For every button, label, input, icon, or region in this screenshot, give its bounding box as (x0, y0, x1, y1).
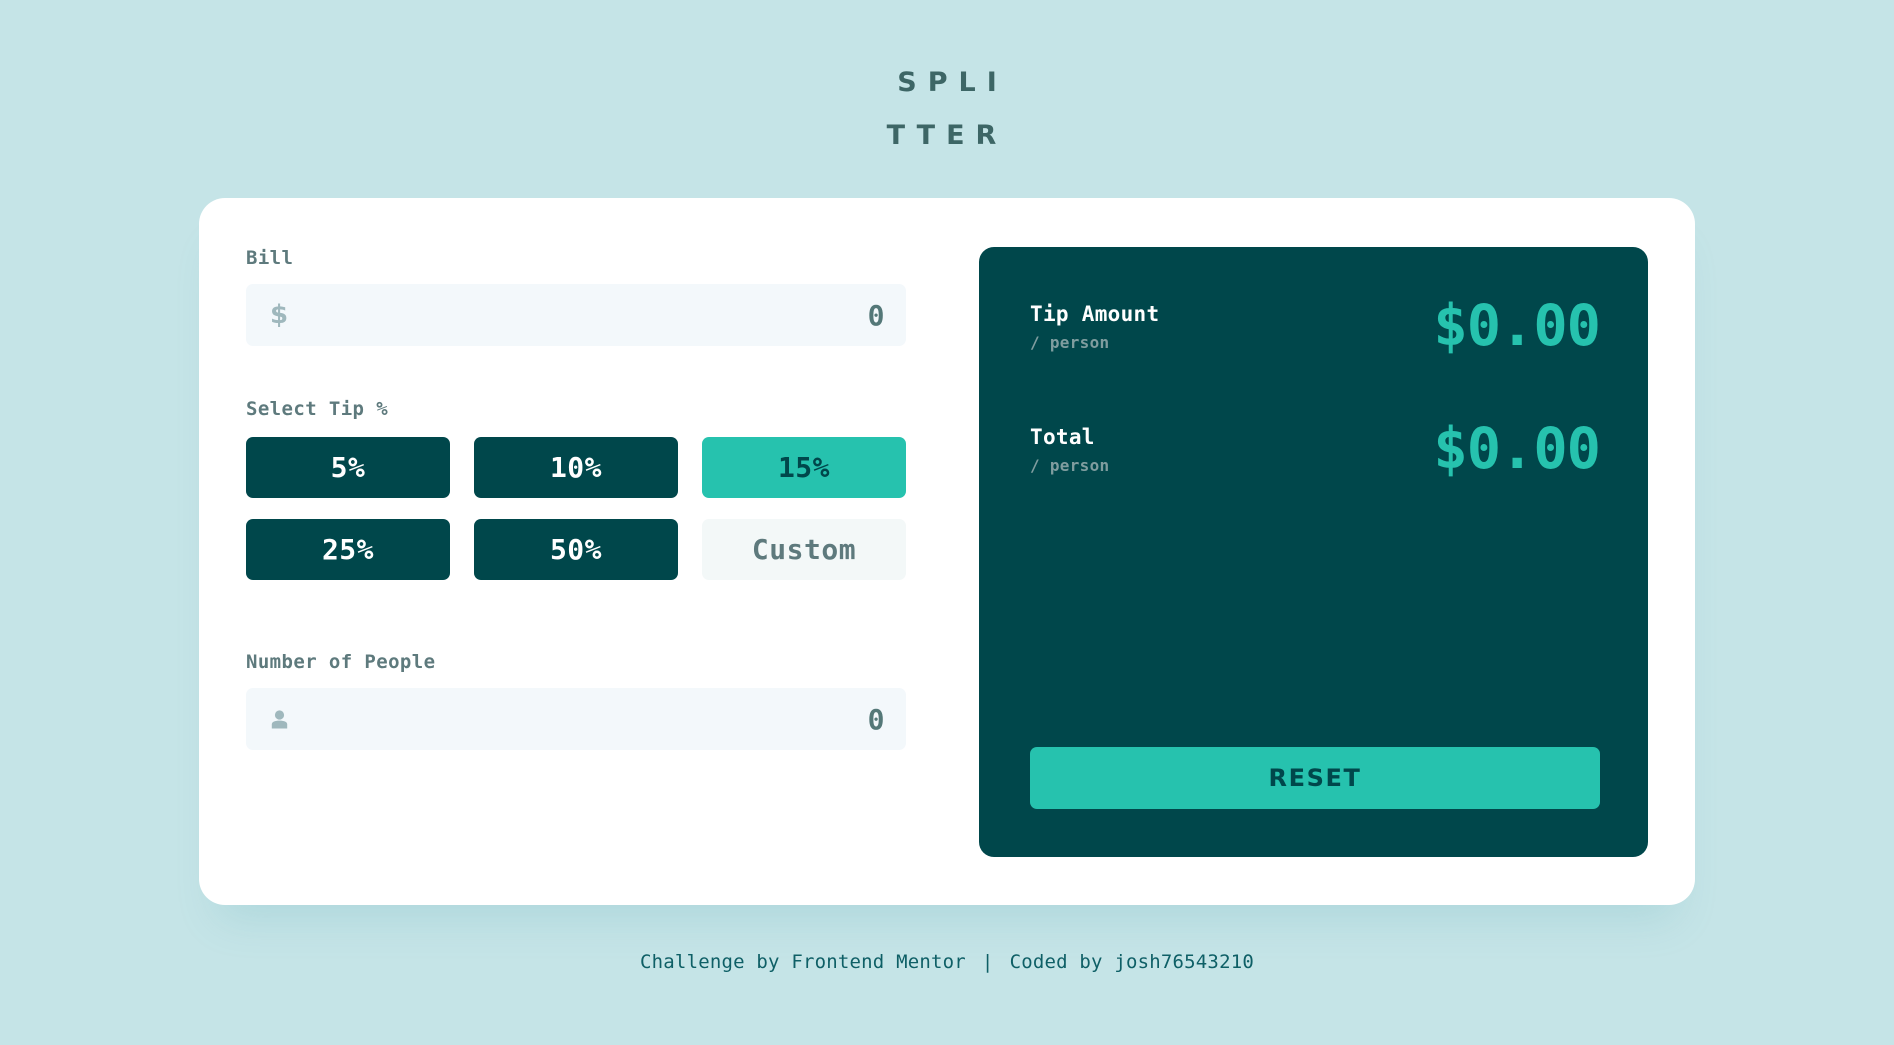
tip-amount-row: Tip Amount / person $0.00 (1030, 293, 1601, 359)
people-label: Number of People (246, 651, 436, 673)
dollar-glyph: $ (269, 300, 289, 330)
total-row: Total / person $0.00 (1030, 416, 1601, 482)
page-title-line-2: TTER (886, 120, 1008, 151)
calculator-card: Bill $ 0 Select Tip % 5% 10% 15% 25% 50%… (199, 198, 1695, 905)
input-column: Bill $ 0 Select Tip % 5% 10% 15% 25% 50%… (246, 247, 906, 857)
tip-button-5[interactable]: 5% (246, 437, 450, 498)
people-input[interactable]: 0 (246, 688, 906, 750)
total-title: Total (1030, 424, 1095, 449)
page-footer: Challenge by Frontend Mentor | Coded by … (640, 951, 1254, 973)
tip-amount-labels: Tip Amount / person (1030, 302, 1159, 352)
tip-button-25[interactable]: 25% (246, 519, 450, 580)
tip-button-15[interactable]: 15% (702, 437, 906, 498)
total-subtitle: / person (1030, 455, 1110, 475)
dollar-icon: $ (268, 302, 290, 328)
tip-button-10[interactable]: 10% (474, 437, 678, 498)
tip-amount-subtitle: / person (1030, 332, 1110, 352)
footer-challenge-text: Challenge by Frontend Mentor (640, 951, 966, 973)
tip-amount-title: Tip Amount (1030, 301, 1160, 326)
person-icon (268, 709, 290, 729)
page-title: SPLI TTER (872, 56, 1022, 162)
total-value: $0.00 (1433, 416, 1601, 482)
tip-grid: 5% 10% 15% 25% 50% Custom (246, 437, 906, 580)
people-value: 0 (867, 702, 885, 736)
footer-credit-text: Coded by josh76543210 (1009, 951, 1254, 973)
footer-divider: | (981, 951, 994, 973)
tip-amount-value: $0.00 (1433, 293, 1601, 359)
total-labels: Total / person (1030, 425, 1109, 475)
tip-button-50[interactable]: 50% (474, 519, 678, 580)
tip-custom-input[interactable]: Custom (702, 519, 906, 580)
bill-label: Bill (246, 247, 294, 269)
summary-panel: Tip Amount / person $0.00 Total / person… (979, 247, 1648, 857)
bill-value: 0 (867, 298, 885, 332)
tip-label: Select Tip % (246, 398, 389, 420)
page-title-line-1: SPLI (897, 67, 1008, 98)
reset-button[interactable]: RESET (1030, 747, 1600, 809)
bill-input[interactable]: $ 0 (246, 284, 906, 346)
